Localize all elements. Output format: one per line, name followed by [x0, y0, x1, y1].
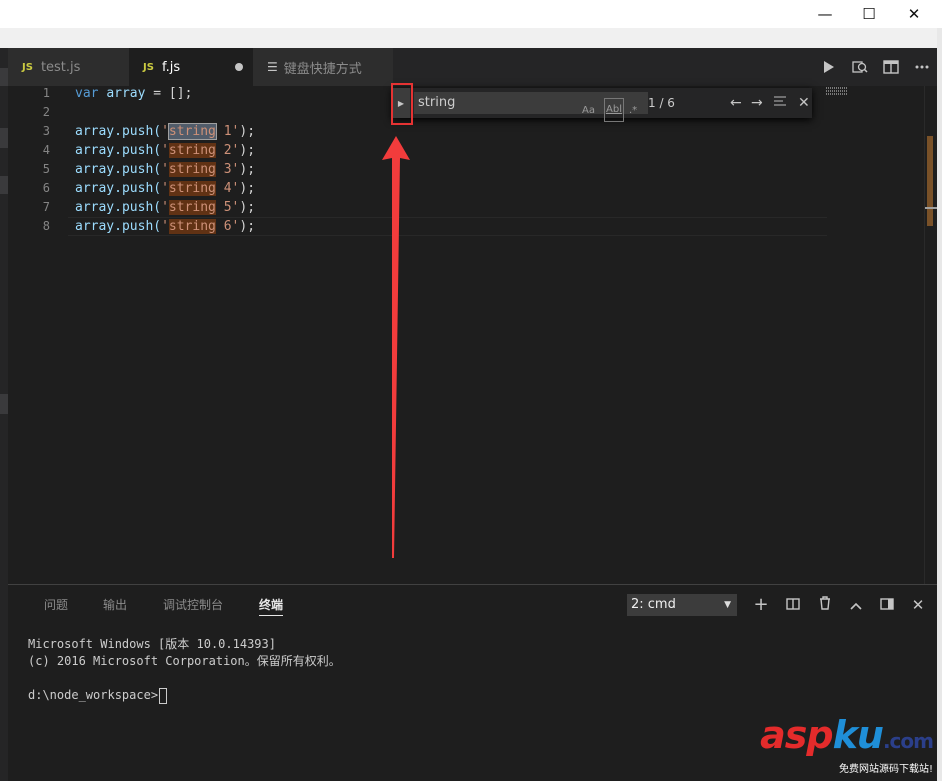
tab-label: 键盘快捷方式 [283, 61, 362, 77]
annotation-highlight-box [391, 83, 413, 125]
next-match-icon[interactable]: → [751, 88, 763, 118]
tab-terminal[interactable]: 终端 [259, 595, 284, 616]
trash-icon[interactable] [813, 593, 837, 617]
code-line-4: array.push('string 2'); [75, 143, 256, 158]
code-editor[interactable]: 1 2 3 4 5 6 7 8 var array = []; array.pu… [8, 86, 937, 584]
activity-stripe [0, 48, 8, 781]
close-find-icon[interactable]: ✕ [798, 88, 810, 118]
line-number: 6 [42, 181, 50, 195]
title-strip [0, 28, 942, 48]
editor-actions [813, 48, 937, 86]
scrollbar-match-marker [927, 136, 933, 226]
find-match-current: string [167, 123, 217, 140]
tab-f-js[interactable]: JS f.js [129, 48, 253, 86]
find-match: string [168, 143, 216, 158]
line-number: 5 [42, 162, 50, 176]
js-file-icon: JS [143, 61, 154, 73]
code-line-7: array.push('string 5'); [75, 200, 256, 215]
code-line-3: array.push('string 1'); [75, 123, 256, 140]
tab-debug-console[interactable]: 调试控制台 [163, 595, 223, 615]
find-input[interactable]: string Aa Abl .* [414, 92, 648, 122]
tab-label: f.js [161, 59, 181, 75]
code-line-5: array.push('string 3'); [75, 162, 256, 177]
more-icon[interactable] [906, 48, 937, 86]
open-changes-icon[interactable] [844, 48, 875, 86]
code-line-8: array.push('string 6'); [75, 219, 256, 234]
new-terminal-icon[interactable]: + [749, 593, 773, 617]
match-count: 1 / 6 [648, 96, 675, 110]
terminal-cursor [159, 687, 168, 704]
scrollbar-cursor-marker [925, 207, 937, 209]
editor-tab-bar: JS test.js JS f.js ☰ 键盘快捷方式 [8, 48, 937, 86]
minimap[interactable] [826, 86, 848, 100]
line-number: 7 [42, 200, 50, 214]
find-match: string [168, 200, 216, 215]
close-window-button[interactable]: ✕ [891, 0, 937, 28]
run-icon[interactable] [813, 48, 844, 86]
terminal-line: (c) 2016 Microsoft Corporation。保留所有权利。 [28, 654, 341, 668]
js-file-icon: JS [22, 61, 33, 73]
tab-problems[interactable]: 问题 [44, 595, 68, 615]
tab-keyboard-shortcuts[interactable]: ☰ 键盘快捷方式 [253, 48, 393, 86]
code-line-6: array.push('string 4'); [75, 181, 256, 196]
tab-test-js[interactable]: JS test.js [8, 48, 129, 86]
document-icon: ☰ [267, 60, 278, 74]
annotation-arrow-icon [382, 136, 410, 558]
find-widget: ▶ string Aa Abl .* 1 / 6 ← → ✕ [392, 88, 812, 122]
line-number: 3 [42, 124, 50, 138]
dropdown-arrow-icon: ▼ [724, 600, 731, 610]
regex-toggle[interactable]: .* [629, 100, 637, 122]
minimize-button[interactable]: — [802, 0, 848, 28]
line-number: 4 [42, 143, 50, 157]
tab-output[interactable]: 输出 [103, 595, 127, 615]
watermark-logo: aspku.com 免费网站源码下载站! [760, 713, 934, 775]
terminal-prompt[interactable]: d:\node_workspace> [28, 687, 168, 704]
maximize-button[interactable]: ☐ [846, 0, 892, 28]
terminal-select[interactable]: 2: cmd ▼ [627, 594, 737, 616]
split-editor-icon[interactable] [875, 48, 906, 86]
bottom-panel: 问题 输出 调试控制台 终端 2: cmd ▼ + ✕ Microsoft Wi… [8, 584, 937, 781]
find-match: string [168, 219, 216, 234]
window-titlebar: — ☐ ✕ [0, 0, 942, 28]
unsaved-dot-icon[interactable] [235, 63, 243, 71]
close-panel-icon[interactable]: ✕ [906, 593, 930, 617]
whole-word-toggle[interactable]: Abl [604, 98, 624, 122]
find-match: string [168, 162, 216, 177]
find-in-selection-icon[interactable] [773, 88, 787, 118]
toggle-panel-position-icon[interactable] [875, 593, 899, 617]
line-number: 1 [42, 86, 50, 100]
tab-label: test.js [40, 59, 81, 75]
terminal-line: Microsoft Windows [版本 10.0.14393] [28, 637, 276, 651]
match-case-toggle[interactable]: Aa [582, 100, 595, 122]
line-number: 2 [42, 105, 50, 119]
previous-match-icon[interactable]: ← [730, 88, 742, 118]
find-match: string [168, 181, 216, 196]
line-number: 8 [42, 219, 50, 233]
split-terminal-icon[interactable] [781, 593, 805, 617]
chevron-up-icon[interactable] [844, 593, 868, 617]
code-line-1: var array = []; [75, 86, 193, 101]
